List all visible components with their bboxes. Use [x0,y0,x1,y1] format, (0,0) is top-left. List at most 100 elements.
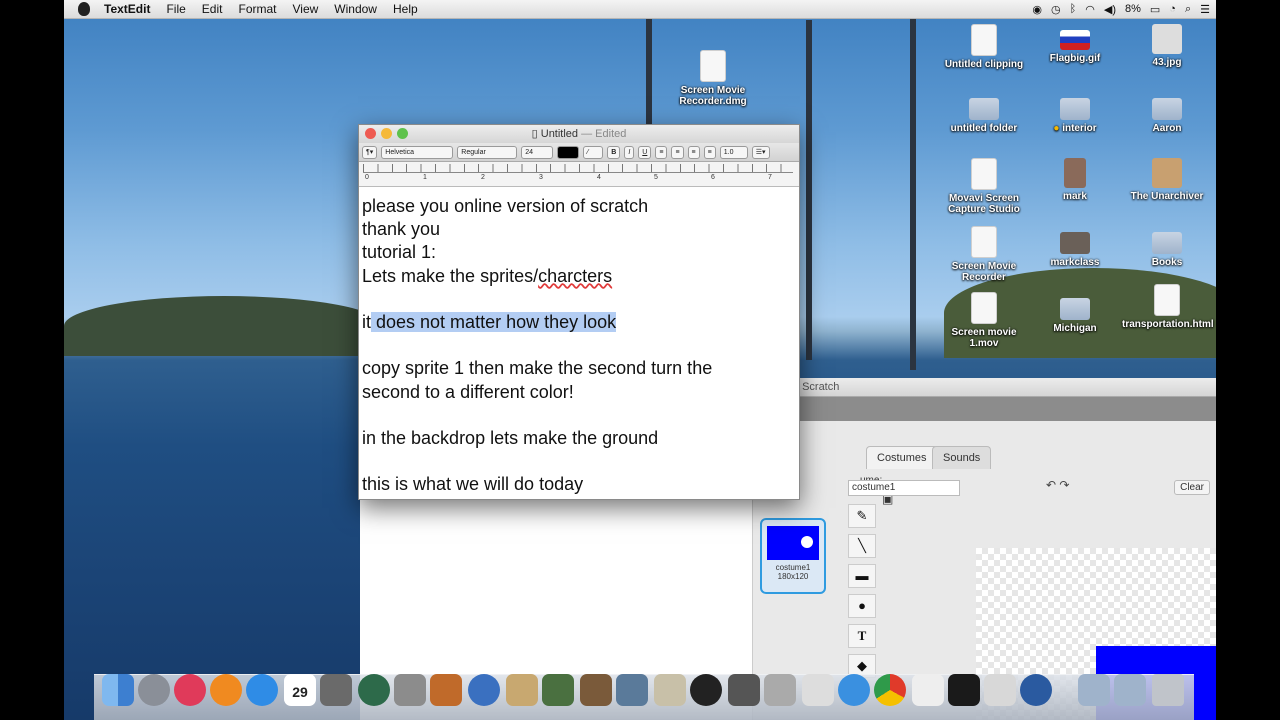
minimize-button[interactable] [381,128,392,139]
close-button[interactable] [365,128,376,139]
desktop-icon[interactable]: Untitled clipping [939,24,1029,70]
dvd-player-icon[interactable] [690,674,722,706]
font-family-popup[interactable]: Helvetica [381,145,454,159]
redo-icon[interactable]: ↷ [1059,478,1069,492]
bold-button[interactable]: B [607,145,621,159]
desktop-icon[interactable]: untitled folder [939,92,1029,134]
applications-folder-icon[interactable] [1078,674,1110,706]
font-style-popup[interactable]: Regular [457,145,518,159]
menu-format[interactable]: Format [230,0,284,18]
network-icon[interactable] [468,674,500,706]
align-right-icon[interactable]: ≡ [687,145,700,159]
terminal-icon[interactable] [948,674,980,706]
record-icon[interactable]: ◉ [1032,3,1042,16]
volume-icon[interactable]: ◀) [1104,3,1116,16]
text-tool-icon[interactable]: T [848,624,876,648]
ruler[interactable]: 0 1 2 3 4 5 6 7 [359,162,799,187]
undo-icon[interactable]: ↶ [1046,478,1056,492]
apple-menu-icon[interactable] [78,2,90,16]
imovie-icon[interactable] [320,674,352,706]
folder-icon [1152,232,1182,254]
script-editor-icon[interactable] [984,674,1016,706]
line-spacing-popup[interactable]: 1.0 [719,145,748,159]
system-preferences-icon[interactable] [394,674,426,706]
font-size-field[interactable]: 24 [521,145,554,159]
launchpad-icon[interactable] [138,674,170,706]
finder-icon[interactable] [102,674,134,706]
ellipse-tool-icon[interactable]: ● [848,594,876,618]
print-center-icon[interactable] [764,674,796,706]
textedit-titlebar[interactable]: ▯ Untitled — Edited [359,125,799,143]
undo-redo-icons[interactable]: ↶ ↷ [1046,478,1069,492]
desktop-icon[interactable]: transportation.html [1122,284,1214,330]
ibooks-icon[interactable] [210,674,242,706]
desktop-icon[interactable]: 43.jpg [1122,24,1212,68]
chrome-icon[interactable] [874,674,906,706]
printer-icon[interactable] [728,674,760,706]
trash-icon[interactable] [1152,674,1184,706]
desktop-icon[interactable]: ● interior [1030,92,1120,134]
brush-tool-icon[interactable]: ✎ [848,504,876,528]
costume-name-input[interactable]: costume1 [848,480,960,496]
spotlight-icon[interactable]: ⌕ [1185,3,1191,16]
desktop-icon[interactable]: mark [1030,158,1120,202]
notes-icon[interactable] [802,674,834,706]
preview-icon[interactable] [654,674,686,706]
highlight-color-well[interactable]: ⁄ [583,145,604,159]
line-tool-icon[interactable]: ╲ [848,534,876,558]
costume-thumbnail[interactable]: costume1 180x120 [760,518,826,594]
desktop-icon[interactable]: Movavi Screen Capture Studio [939,158,1029,215]
tab-sounds[interactable]: Sounds [932,446,992,469]
bluetooth-icon[interactable]: ᛒ [1070,3,1077,15]
battery-percent[interactable]: 8% [1125,3,1141,15]
notification-center-icon[interactable]: ☰ [1200,3,1210,16]
desktop-icon[interactable]: Screen Movie Recorder [939,226,1029,283]
align-center-icon[interactable]: ≡ [671,145,684,159]
documents-folder-icon[interactable] [1114,674,1146,706]
wifi-icon[interactable]: ◠ [1085,3,1095,16]
desktop-icon[interactable]: The Unarchiver [1122,158,1212,202]
menu-view[interactable]: View [285,0,327,18]
clear-button[interactable]: Clear [1174,480,1210,495]
app-store-icon[interactable] [246,674,278,706]
desktop-icon[interactable]: Aaron [1122,92,1212,134]
desktop-icon[interactable]: Michigan [1030,292,1120,334]
menu-help[interactable]: Help [385,0,426,18]
desktop-icon[interactable]: markclass [1030,226,1120,268]
rectangle-tool-icon[interactable]: ▬ [848,564,876,588]
facetime-icon[interactable] [616,674,648,706]
tab-costumes[interactable]: Costumes [866,446,938,469]
quicktime-icon[interactable] [1020,674,1052,706]
desktop-icon[interactable]: Screen Movie Recorder.dmg [668,50,758,107]
menu-file[interactable]: File [158,0,193,18]
menu-window[interactable]: Window [326,0,385,18]
garageband-icon[interactable] [430,674,462,706]
desktop-icon[interactable]: Books [1122,226,1212,268]
italic-button[interactable]: I [624,145,635,159]
desktop-icon[interactable]: Screen movie 1.mov [939,292,1029,349]
folder-icon [1060,98,1090,120]
justify-icon[interactable]: ≡ [703,145,716,159]
list-bullets-popup[interactable]: ☰▾ [751,145,770,159]
safari-icon[interactable] [838,674,870,706]
menu-app-name[interactable]: TextEdit [96,0,158,18]
time-machine-dock-icon[interactable] [358,674,390,706]
text-color-well[interactable] [557,145,580,159]
desktop-icon[interactable]: Flagbig.gif [1030,24,1120,64]
calendar-icon[interactable]: 29 [284,674,316,706]
menu-edit[interactable]: Edit [194,0,231,18]
contacts-icon[interactable] [506,674,538,706]
photo-booth-icon[interactable] [580,674,612,706]
document-text-area[interactable]: please you online version of scratch than… [359,187,799,505]
align-left-icon[interactable]: ≡ [655,145,668,159]
textedit-dock-icon[interactable] [912,674,944,706]
itunes-icon[interactable] [174,674,206,706]
time-machine-icon[interactable]: ◷ [1051,3,1061,16]
paragraph-style-popup[interactable]: ¶▾ [362,145,378,159]
underline-button[interactable]: U [638,145,652,159]
costume-preview [767,526,819,560]
clock-icon[interactable]: ◔ [1169,3,1176,15]
battery-icon[interactable]: ▭ [1150,3,1160,16]
zoom-button[interactable] [397,128,408,139]
iphoto-icon[interactable] [542,674,574,706]
